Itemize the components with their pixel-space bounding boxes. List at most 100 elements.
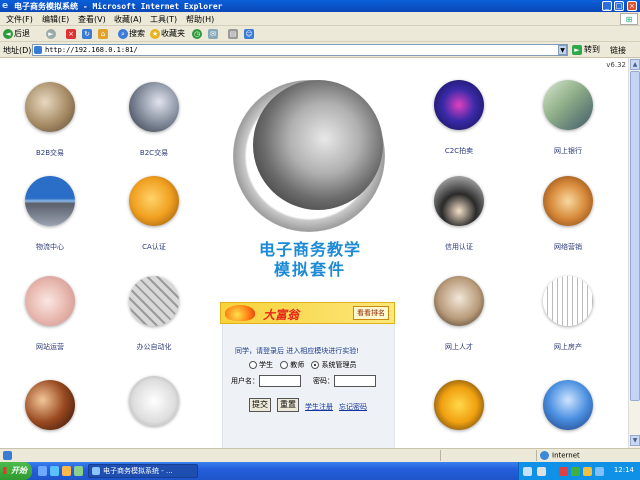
minimize-button[interactable]: _ — [602, 1, 612, 11]
star-icon: ★ — [150, 28, 160, 39]
tray-network-icon[interactable] — [571, 467, 580, 476]
vertical-scrollbar[interactable]: ▲ ▼ — [628, 58, 640, 448]
menu-favorites[interactable]: 收藏(A) — [114, 14, 142, 25]
maximize-button[interactable]: □ — [614, 1, 624, 11]
quicklaunch-app-icon[interactable] — [74, 466, 83, 476]
tray-ime-icon[interactable] — [537, 467, 546, 476]
student-register-link[interactable]: 学生注册 — [305, 402, 333, 412]
logo-face-icon — [253, 80, 383, 210]
history-button[interactable]: ◷ — [192, 28, 203, 40]
flame-icon — [225, 305, 255, 321]
stop-button[interactable]: × — [66, 28, 77, 40]
menu-help[interactable]: 帮助(H) — [186, 14, 214, 25]
status-divider — [440, 450, 441, 461]
home-button[interactable]: ⌂ — [98, 28, 109, 40]
role-selector: 学生 教师 系统管理员 — [249, 360, 361, 370]
role-admin-radio[interactable] — [311, 361, 320, 369]
status-divider — [536, 450, 537, 461]
auction-icon — [434, 80, 484, 130]
forgot-password-link[interactable]: 忘记密码 — [339, 402, 367, 412]
links-button[interactable]: 链接 — [610, 45, 626, 56]
home-icon: ⌂ — [98, 28, 108, 39]
refresh-button[interactable]: ↻ — [82, 28, 93, 40]
tray-volume-icon[interactable] — [583, 467, 592, 476]
favorites-button[interactable]: ★ 收藏夹 — [150, 28, 185, 40]
module-microscope[interactable] — [114, 376, 194, 426]
taskbar-window-button[interactable]: 电子商务模拟系统 - ... — [88, 464, 198, 478]
puzzle-icon — [434, 380, 484, 430]
toolbar: ◄ 后退 ► × ↻ ⌂ ⌕ 搜索 ★ 收藏夹 ◷ ✉ ▤ ☺ — [0, 26, 640, 42]
abacus-icon — [543, 176, 593, 226]
messenger-button[interactable]: ☺ — [244, 28, 255, 40]
globe-icon — [540, 451, 549, 460]
menu-tools[interactable]: 工具(T) — [150, 14, 177, 25]
back-button[interactable]: ◄ 后退 — [3, 28, 30, 40]
module-website-ops[interactable]: 网站运营 — [10, 276, 90, 352]
module-puzzle[interactable] — [419, 380, 499, 430]
username-input[interactable] — [259, 375, 301, 387]
module-ca[interactable]: CA认证 — [114, 176, 194, 252]
address-bar: 地址(D) http://192.168.0.1:81/ ▼ ► 转到 链接 — [0, 42, 640, 58]
security-zone: Internet — [540, 451, 580, 460]
module-online-bank[interactable]: 网上银行 — [528, 80, 608, 156]
clock: 12:14 — [613, 466, 634, 474]
module-online-realestate[interactable]: 网上房产 — [528, 276, 608, 352]
module-network-marketing[interactable]: 网络营销 — [528, 176, 608, 252]
keyboard-icon — [129, 276, 179, 326]
menu-edit[interactable]: 编辑(E) — [42, 14, 69, 25]
handshake-icon — [25, 82, 75, 132]
password-input[interactable] — [334, 375, 376, 387]
menu-file[interactable]: 文件(F) — [6, 14, 33, 25]
mail-button[interactable]: ✉ — [208, 28, 219, 40]
search-icon: ⌕ — [118, 28, 128, 39]
module-business-people[interactable] — [528, 380, 608, 430]
module-credit-cert[interactable]: 信用认证 — [419, 176, 499, 252]
address-input[interactable]: http://192.168.0.1:81/ — [32, 44, 568, 56]
close-button[interactable]: × — [627, 1, 637, 11]
submit-button[interactable]: 提交 — [249, 398, 271, 412]
quicklaunch-explorer-icon[interactable] — [62, 466, 71, 476]
view-ranking-button[interactable]: 看看排名 — [353, 306, 389, 320]
password-row: 密码： — [313, 375, 376, 387]
globe-icon — [25, 380, 75, 430]
system-tray: 12:14 — [518, 462, 640, 480]
ie-icon — [92, 467, 100, 475]
role-teacher-radio[interactable] — [280, 361, 289, 369]
scroll-down-button[interactable]: ▼ — [630, 435, 640, 446]
back-arrow-icon: ◄ — [3, 28, 13, 39]
forward-button[interactable]: ► — [46, 28, 57, 40]
module-globe[interactable] — [10, 380, 90, 430]
module-b2b[interactable]: B2B交易 — [10, 82, 90, 158]
tray-keyboard-icon[interactable] — [523, 467, 532, 476]
tray-app-icon[interactable] — [595, 467, 604, 476]
page-status-icon — [3, 451, 12, 460]
module-office-automation[interactable]: 办公自动化 — [114, 276, 194, 352]
start-button[interactable]: 开始 — [0, 462, 32, 480]
menu-bar: 文件(F) 编辑(E) 查看(V) 收藏(A) 工具(T) 帮助(H) ⊞ — [0, 12, 640, 26]
menu-view[interactable]: 查看(V) — [78, 14, 106, 25]
module-b2c[interactable]: B2C交易 — [114, 82, 194, 158]
role-student-radio[interactable] — [249, 361, 257, 369]
search-button[interactable]: ⌕ 搜索 — [118, 28, 145, 40]
history-icon: ◷ — [192, 28, 202, 39]
module-logistics[interactable]: 物流中心 — [10, 176, 90, 252]
module-online-talent[interactable]: 网上人才 — [419, 276, 499, 352]
banknote-icon — [543, 80, 593, 130]
graduates-icon — [434, 176, 484, 226]
page-content: v6.32 B2B交易 B2C交易 物流中心 CA认证 网站运营 办公自动化 电… — [0, 58, 628, 448]
address-label: 地址(D) — [3, 46, 32, 55]
quicklaunch-ie-icon[interactable] — [50, 466, 59, 476]
tray-security-icon[interactable] — [559, 467, 568, 476]
address-dropdown-button[interactable]: ▼ — [558, 45, 567, 55]
module-c2c[interactable]: C2C拍卖 — [419, 80, 499, 156]
scroll-thumb[interactable] — [630, 71, 640, 401]
role-teacher-label: 教师 — [290, 361, 305, 369]
go-button[interactable]: ► 转到 — [572, 44, 600, 56]
print-button[interactable]: ▤ — [228, 28, 239, 40]
key-icon — [129, 176, 179, 226]
reset-button[interactable]: 重置 — [277, 398, 299, 412]
scroll-up-button[interactable]: ▲ — [630, 59, 640, 70]
windows-logo-icon: ⊞ — [620, 13, 638, 25]
quicklaunch-desktop-icon[interactable] — [38, 466, 47, 476]
microscope-icon — [129, 376, 179, 426]
